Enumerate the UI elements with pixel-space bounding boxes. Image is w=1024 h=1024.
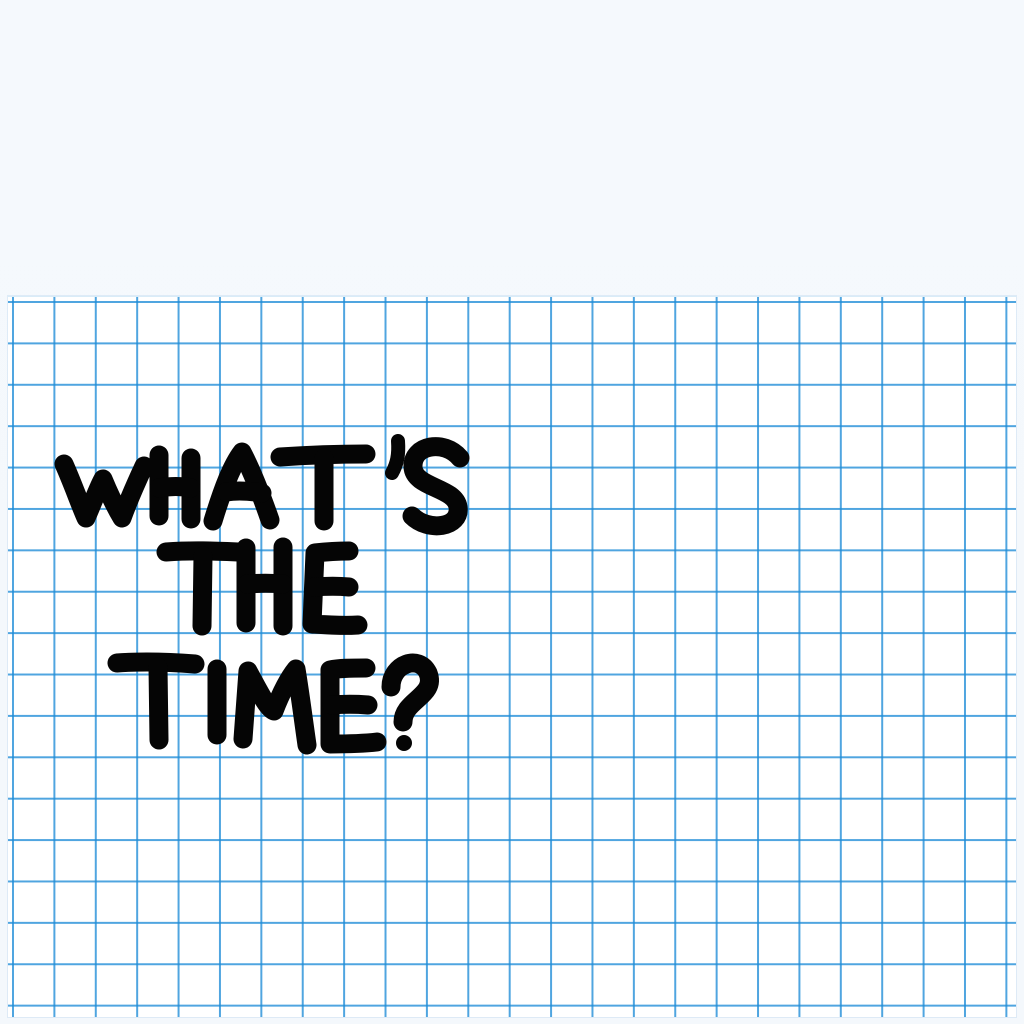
handwritten-title: [48, 430, 508, 760]
grid-paper-scene: [0, 0, 1024, 1024]
handwritten-question-graphic: [54, 434, 470, 755]
